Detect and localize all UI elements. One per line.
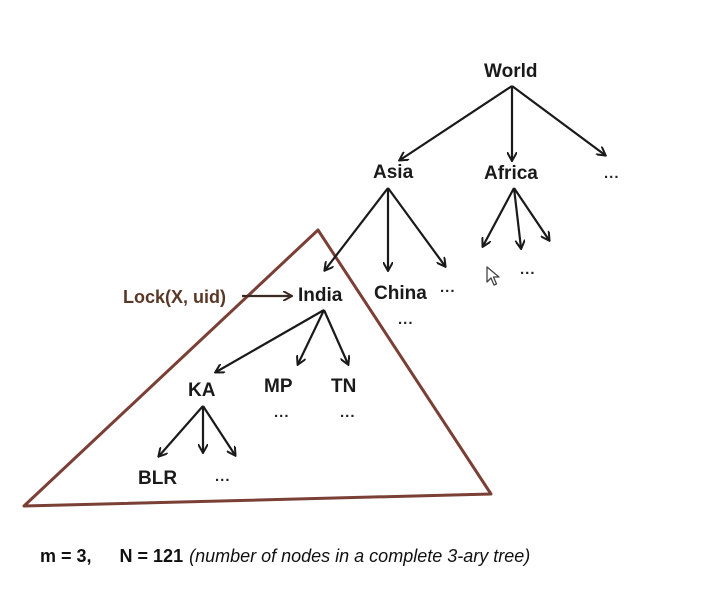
ellipsis-africa: ... (520, 261, 536, 278)
edge-asia-india (325, 187, 389, 270)
ellipsis-asia-more: ... (440, 279, 456, 296)
ellipsis-ka: ... (215, 468, 231, 485)
caption-n: N = 121 (119, 546, 184, 566)
ellipsis-tn: ... (340, 404, 356, 421)
edge-india-tn (322, 309, 348, 364)
ellipsis-world-more: ... (604, 165, 620, 182)
caption-note: (number of nodes in a complete 3-ary tre… (189, 546, 531, 566)
node-china: China (374, 283, 427, 304)
mouse-cursor-icon (486, 266, 500, 286)
ellipsis-mp: ... (274, 404, 290, 421)
edge-india-ka (216, 309, 325, 372)
caption: m = 3, N = 121 (number of nodes in a compl… (40, 546, 530, 567)
node-blr: BLR (138, 468, 178, 489)
node-india: India (298, 285, 343, 306)
caption-m: m = 3, (40, 546, 92, 566)
edge-africa-1 (483, 187, 515, 246)
edge-ka-blr (159, 405, 204, 456)
node-asia: Asia (373, 162, 414, 183)
edge-ka-3 (202, 405, 235, 455)
node-africa: Africa (484, 163, 538, 184)
ellipsis-china: ... (398, 311, 414, 328)
node-tn: TN (331, 376, 357, 397)
tree-diagram: World Asia Africa ... India China ... ..… (0, 0, 701, 604)
lock-label: Lock(X, uid) (123, 287, 226, 307)
node-world: World (484, 61, 538, 82)
node-mp: MP (264, 376, 293, 397)
edge-world-more (511, 85, 605, 155)
subtree-triangle (22, 228, 493, 508)
diagram-canvas (22, 85, 701, 508)
edge-world-asia (400, 85, 513, 160)
node-ka: KA (188, 380, 216, 401)
edge-asia-more (387, 187, 445, 266)
